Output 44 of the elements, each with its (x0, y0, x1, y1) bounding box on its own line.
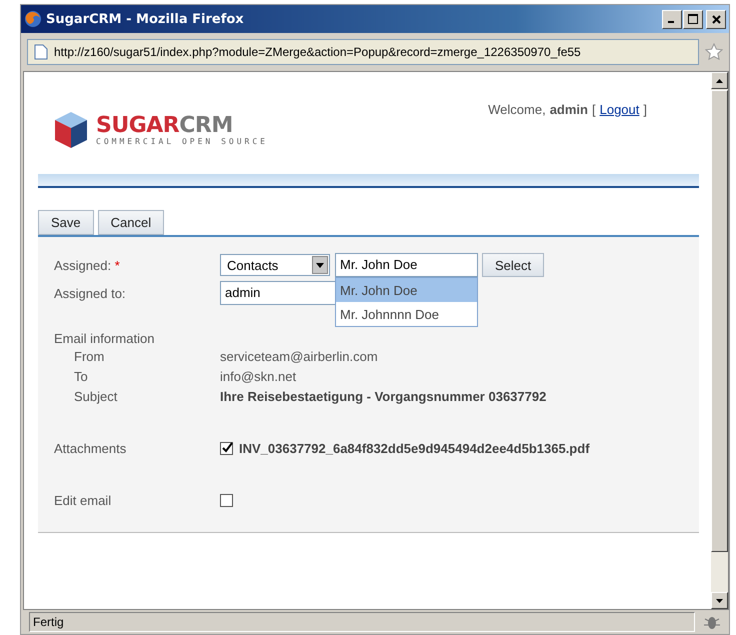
field-label: Subject (73, 388, 118, 404)
maximize-icon (688, 14, 698, 24)
minimize-button[interactable] (662, 10, 682, 28)
scrollbar[interactable] (711, 72, 728, 609)
maximize-button[interactable] (683, 10, 703, 28)
logout-link[interactable]: Logout (600, 102, 640, 117)
fox-globe-icon (24, 10, 42, 28)
field-label: Attachments (54, 440, 128, 456)
user-name: admin (550, 102, 588, 117)
window-title: SugarCRM - Mozilla Firefox (46, 12, 245, 26)
star-icon[interactable] (705, 43, 723, 61)
field-label: From (73, 348, 106, 364)
field-value: Ihre Reisebestaetigung - Vorgangsnummer 03637792 (220, 388, 546, 404)
suggestion-item[interactable]: Mr. John Doe (336, 278, 477, 302)
field-label: To (73, 368, 89, 384)
checkbox[interactable] (220, 494, 233, 506)
scroll-up-icon[interactable] (716, 78, 723, 82)
checkbox[interactable] (220, 442, 233, 454)
cube-icon (54, 111, 88, 149)
cancel-button[interactable]: Cancel (98, 210, 164, 235)
assigned-input[interactable]: Mr. John Doe (335, 253, 478, 277)
close-button[interactable] (706, 10, 726, 28)
address-bar[interactable]: http://z160/sugar51/index.php?module=ZMerge&action=Popup&record=zmerge_1226350970_fe55 (27, 39, 699, 65)
suggestion-item[interactable]: Mr. Johnnnn Doe (336, 302, 477, 326)
save-button[interactable]: Save (38, 210, 94, 235)
scroll-down-icon[interactable] (716, 598, 723, 602)
section-label: Email information (54, 331, 156, 346)
field-label: Assigned: * (54, 258, 121, 272)
logo-tagline: COMMERCIAL OPEN SOURCE (96, 136, 268, 146)
logo-wordmark: SUGARCRM (96, 114, 234, 136)
attachment-file: INV_03637792_6a84f832dd5e9d945494d2ee4d5b1365.pdf (239, 440, 590, 456)
bracket-text: [ (592, 102, 596, 117)
field-label: Assigned to: (54, 286, 127, 300)
status-text: Fertig (29, 612, 695, 632)
page-icon (34, 44, 48, 60)
module-dropdown[interactable]: Contacts (220, 254, 330, 276)
field-value: serviceteam@airberlin.com (220, 348, 378, 364)
welcome-text: Welcome, (488, 102, 546, 117)
field-label: Edit email (54, 492, 112, 508)
select-button[interactable]: Select (482, 253, 544, 277)
bracket-text: ] (643, 102, 647, 117)
url-text: http://z160/sugar51/index.php?module=ZMerge&action=Popup&record=zmerge_1226350970_fe55 (54, 45, 581, 59)
field-value: info@skn.net (220, 368, 296, 384)
close-icon (712, 14, 720, 24)
